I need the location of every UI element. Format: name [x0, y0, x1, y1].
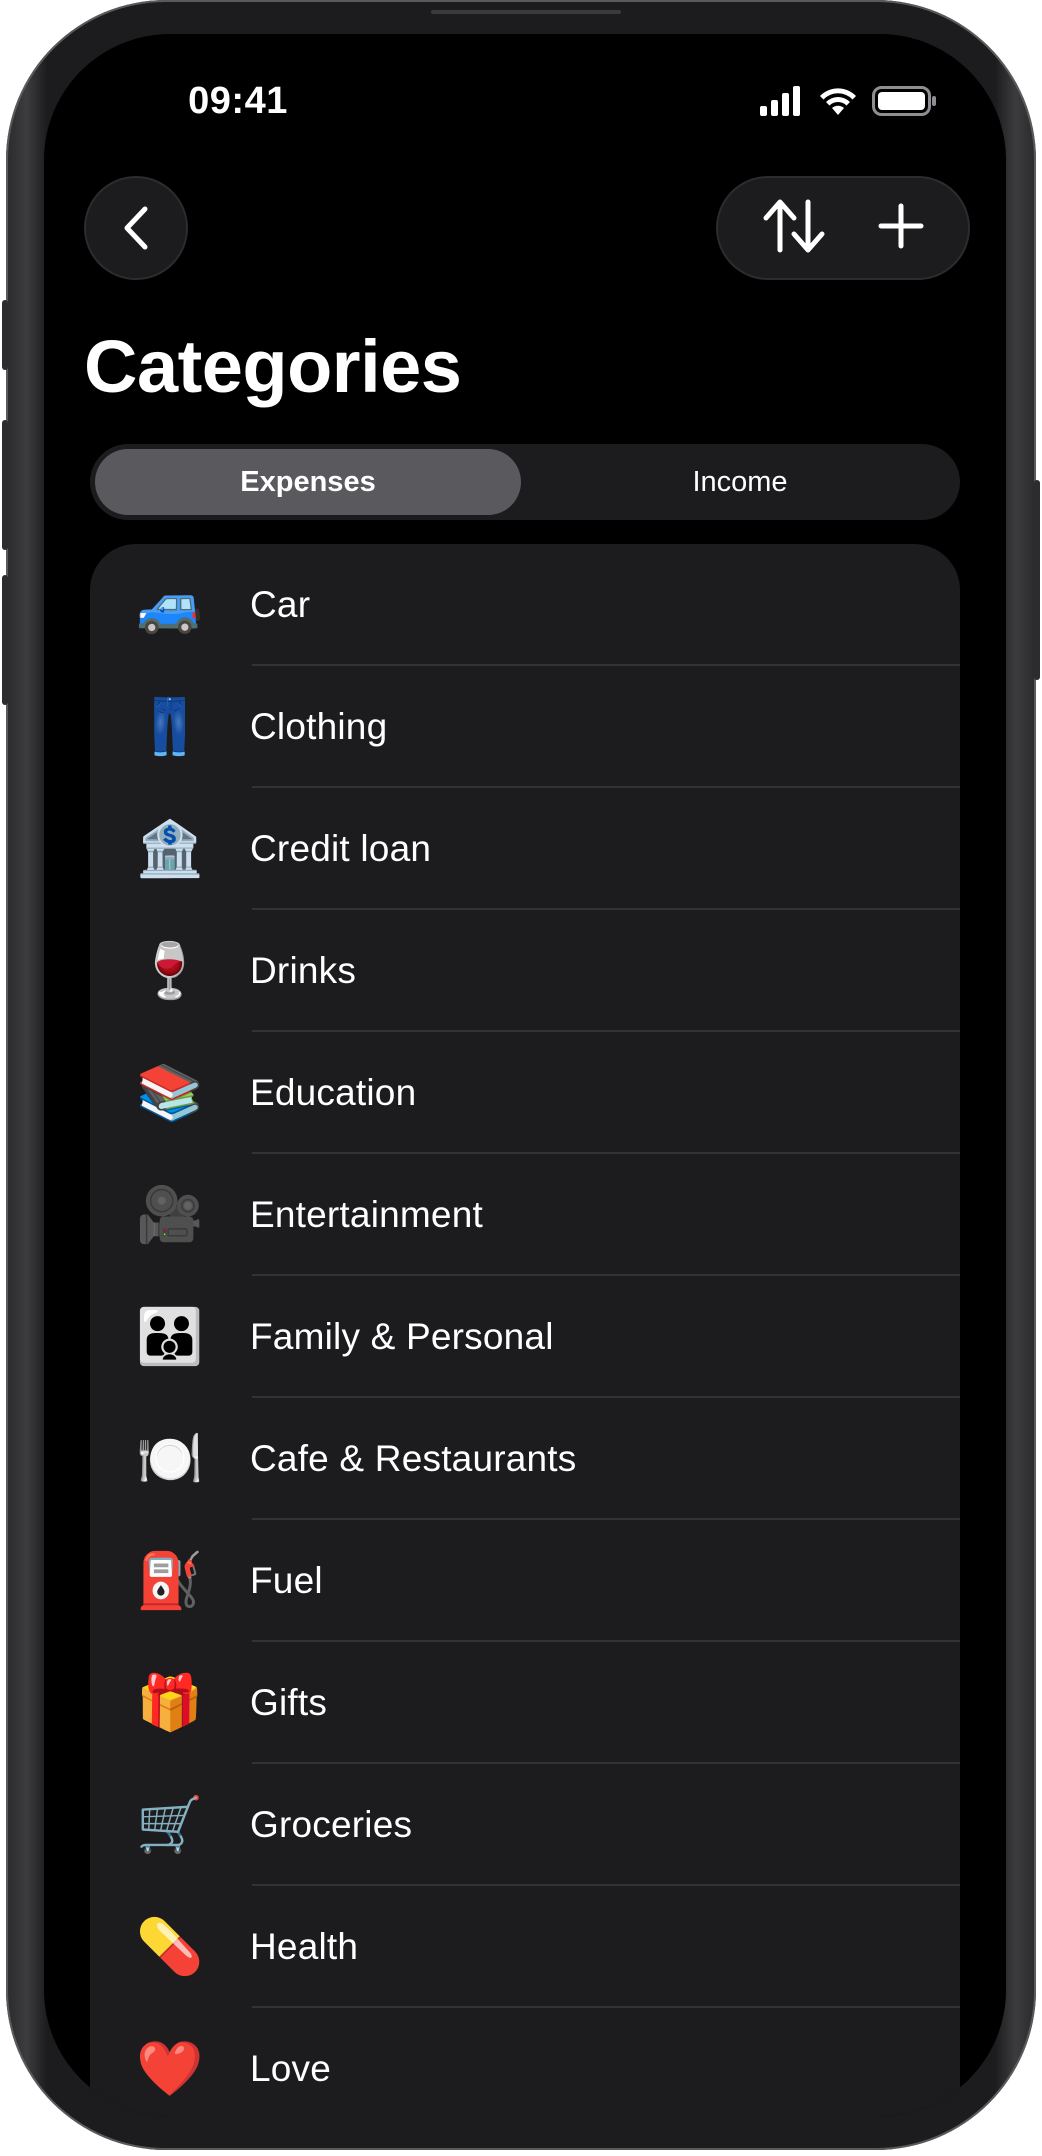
category-label: Clothing — [250, 706, 388, 747]
segmented-control: Expenses Income — [90, 444, 960, 520]
list-item[interactable]: 🛒 Groceries — [90, 1764, 960, 1886]
add-button[interactable] — [877, 202, 925, 255]
chevron-left-icon — [119, 205, 153, 251]
pill-icon: 💊 — [136, 1917, 204, 1977]
category-label: Education — [250, 1072, 417, 1113]
list-item[interactable]: 💊 Health — [90, 1886, 960, 2008]
speaker-grille — [431, 10, 621, 14]
toolbar-pill — [716, 176, 970, 280]
sort-arrows-icon — [762, 198, 826, 259]
movie-camera-icon: 🎥 — [136, 1185, 204, 1245]
category-label: Cafe & Restaurants — [250, 1438, 577, 1479]
list-item[interactable]: 🏦 Credit loan — [90, 788, 960, 910]
wifi-icon — [818, 86, 858, 121]
category-label: Health — [250, 1926, 359, 1967]
list-item[interactable]: 🎁 Gifts — [90, 1642, 960, 1764]
volume-up-button — [2, 420, 8, 550]
books-icon: 📚 — [136, 1063, 204, 1123]
plate-cutlery-icon: 🍽️ — [136, 1429, 204, 1489]
jeans-icon: 👖 — [136, 697, 204, 757]
status-icons — [760, 86, 938, 121]
gift-icon: 🎁 — [136, 1673, 204, 1733]
category-label: Drinks — [250, 950, 357, 991]
cellular-signal-icon — [760, 86, 804, 121]
page-title: Categories — [84, 325, 462, 408]
volume-down-button — [2, 575, 8, 705]
list-item[interactable]: ⛽ Fuel — [90, 1520, 960, 1642]
segment-expenses[interactable]: Expenses — [95, 449, 521, 515]
list-item[interactable]: 👪 Family & Personal — [90, 1276, 960, 1398]
list-item[interactable]: 👖 Clothing — [90, 666, 960, 788]
wine-glass-icon: 🍷 — [136, 941, 204, 1001]
shopping-cart-icon: 🛒 — [136, 1795, 204, 1855]
segment-income[interactable]: Income — [525, 449, 955, 515]
category-list: 🚙 Car 👖 Clothing 🏦 Credit loan 🍷 Drinks — [90, 544, 960, 2116]
category-label: Car — [250, 584, 311, 625]
list-item[interactable]: 🍽️ Cafe & Restaurants — [90, 1398, 960, 1520]
back-button[interactable] — [84, 176, 188, 280]
status-time: 09:41 — [188, 80, 288, 122]
list-item[interactable]: 🚙 Car — [90, 544, 960, 666]
screen: 09:41 Categories Expenses Income 🚙 Car 👖… — [44, 34, 1006, 2116]
category-label: Fuel — [250, 1560, 323, 1601]
power-button — [1034, 480, 1040, 680]
car-icon: 🚙 — [136, 575, 204, 635]
heart-icon: ❤️ — [136, 2039, 204, 2099]
category-label: Credit loan — [250, 828, 432, 869]
list-item[interactable]: 🎥 Entertainment — [90, 1154, 960, 1276]
list-item[interactable]: ❤️ Love — [90, 2008, 960, 2116]
battery-icon — [872, 86, 938, 121]
plus-icon — [877, 202, 925, 255]
phone-frame: 09:41 Categories Expenses Income 🚙 Car 👖… — [2, 0, 1040, 2150]
sort-button[interactable] — [762, 198, 826, 259]
category-label: Family & Personal — [250, 1316, 554, 1357]
list-item[interactable]: 📚 Education — [90, 1032, 960, 1154]
action-button — [2, 300, 8, 370]
category-label: Love — [250, 2048, 332, 2089]
list-item[interactable]: 🍷 Drinks — [90, 910, 960, 1032]
fuel-pump-icon: ⛽ — [136, 1551, 204, 1611]
bank-icon: 🏦 — [136, 819, 204, 879]
category-label: Groceries — [250, 1804, 413, 1845]
category-label: Gifts — [250, 1682, 328, 1723]
family-icon: 👪 — [136, 1307, 204, 1367]
category-label: Entertainment — [250, 1194, 483, 1235]
